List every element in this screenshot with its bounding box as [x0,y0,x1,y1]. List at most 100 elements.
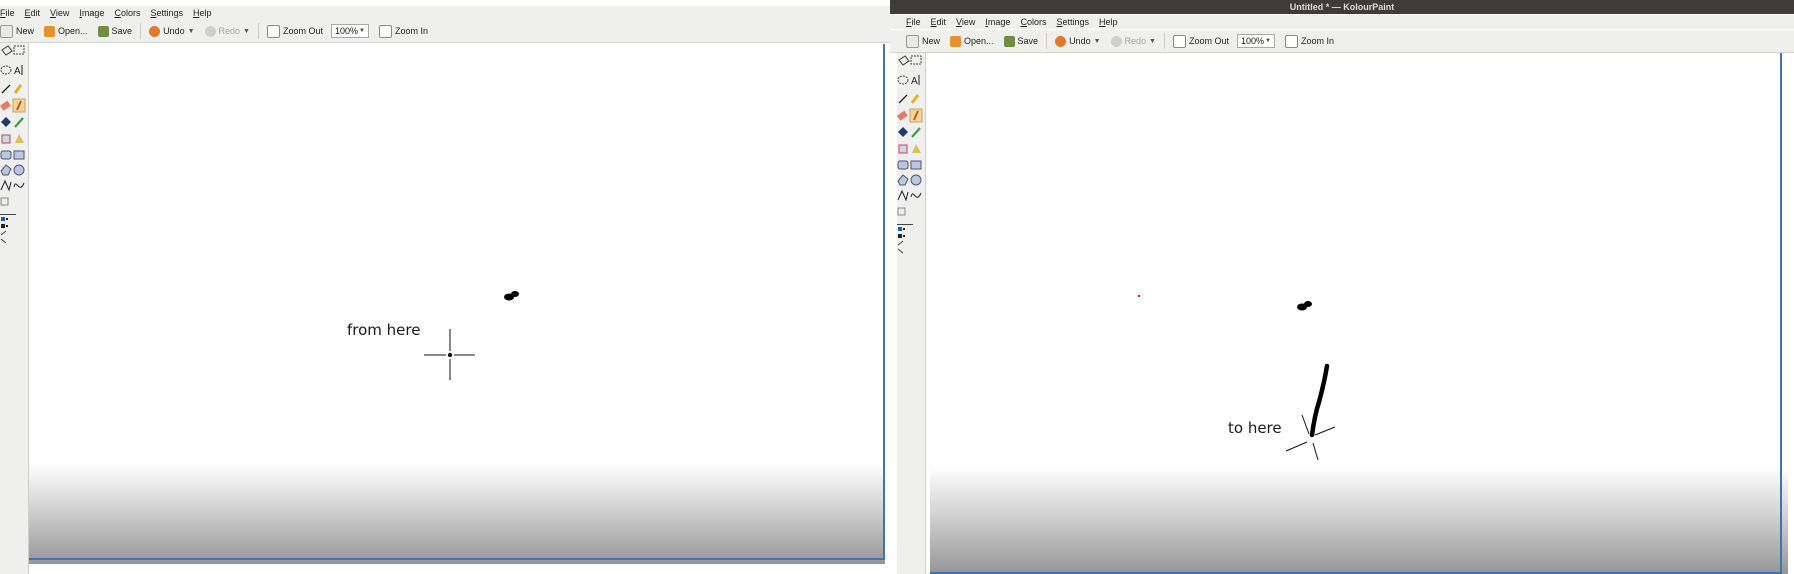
zoom-in-button[interactable]: Zoom In [1280,32,1339,50]
ellipse-select-icon[interactable] [897,75,909,85]
free-select-icon[interactable] [898,55,910,66]
zoom-in-button[interactable]: Zoom In [374,22,433,40]
undo-icon [1055,35,1067,47]
pencil-icon[interactable] [13,84,23,94]
line-icon[interactable] [898,94,908,104]
drawing-canvas[interactable]: from here [29,44,885,564]
drawing-canvas[interactable]: to here [930,53,1788,574]
menu-settings[interactable]: Settings [1051,17,1094,27]
menu-help[interactable]: Help [1094,17,1123,27]
line-icon[interactable] [1,84,11,94]
color-eraser-icon[interactable] [15,134,24,143]
color-picker-icon[interactable] [911,127,921,138]
eraser-icon[interactable] [897,110,908,121]
curve-icon[interactable] [13,182,25,188]
redo-button[interactable]: Redo ▼ [1106,32,1161,50]
redo-icon [1110,35,1122,47]
menu-view[interactable]: View [951,17,980,27]
chevron-down-icon[interactable]: ▼ [243,28,250,35]
menu-bar: File Edit View Image Colors Settings Hel… [890,15,1794,29]
canvas-frame [1780,53,1782,574]
menu-file[interactable]: File [0,8,20,18]
rectangle-icon[interactable] [897,160,909,170]
menu-edit[interactable]: Edit [20,8,46,18]
right-screenshot-pane: Untitled * — KolourPaint File Edit View … [890,0,1794,574]
left-screenshot-pane: File Edit View Image Colors Settings Hel… [0,0,890,574]
open-button[interactable]: Open... [945,32,999,50]
polyline-icon[interactable] [897,189,909,202]
zoom-select[interactable]: 100% ▼ [1236,34,1275,48]
spraycan-icon[interactable] [1,134,11,144]
canvas-frame [883,44,885,560]
menu-colors[interactable]: Colors [1015,17,1051,27]
canvas-drawing [1138,295,1336,461]
ellipse-icon[interactable] [13,164,25,176]
menu-view[interactable]: View [45,8,74,18]
chevron-down-icon[interactable]: ▼ [188,28,195,35]
brush-stroke [1309,363,1330,438]
tool-options-icon[interactable] [0,214,16,244]
zoom-select[interactable]: 100% ▼ [330,24,369,38]
polygon-icon[interactable] [897,174,909,186]
tool-box: A [897,53,926,574]
rectangle-select-icon[interactable] [13,45,25,55]
crosshair-cursor-icon [1285,414,1336,461]
redo-icon [204,25,216,37]
spraycan-icon[interactable] [898,144,908,154]
text-icon[interactable]: A [911,75,920,87]
ellipse-select-icon[interactable] [0,65,12,75]
curve-icon[interactable] [910,192,922,198]
rounded-rectangle-icon[interactable] [13,150,25,160]
polyline-icon[interactable] [0,179,12,192]
new-button[interactable]: New [901,32,945,50]
rectangle-icon[interactable] [0,150,12,160]
menu-bar: File Edit View Image Colors Settings Hel… [0,6,890,20]
rounded-rectangle-icon[interactable] [910,160,922,170]
text-icon[interactable]: A [14,65,23,77]
to-here-label: to here [1228,419,1282,437]
undo-button[interactable]: Undo ▼ [144,22,199,40]
window-title-bar: Untitled * — KolourPaint [890,0,1794,14]
chevron-down-icon: ▼ [359,28,365,34]
pencil-icon[interactable] [910,94,920,104]
save-button[interactable]: Save [93,22,138,40]
main-toolbar: New Open... Save Undo ▼ Redo ▼ Zoom Out … [0,20,890,43]
window-title: Untitled * — KolourPaint [1289,2,1395,12]
rectangle-select-icon[interactable] [910,55,922,65]
fill-icon[interactable] [898,127,908,137]
menu-image[interactable]: Image [980,17,1015,27]
toolbar-separator [1163,33,1165,49]
chevron-down-icon: ▼ [1265,38,1271,44]
undo-button[interactable]: Undo ▼ [1050,32,1105,50]
redo-button[interactable]: Redo ▼ [200,22,255,40]
chevron-down-icon[interactable]: ▼ [1094,38,1101,45]
brush-icon[interactable] [12,98,26,113]
zoom-tool-icon[interactable] [0,197,9,206]
canvas-drawing [424,291,519,380]
menu-file[interactable]: File [901,17,926,27]
eraser-icon[interactable] [0,100,11,111]
tool-options-icon[interactable] [897,224,913,254]
menu-colors[interactable]: Colors [109,8,145,18]
zoom-tool-icon[interactable] [897,207,906,216]
ellipse-icon[interactable] [910,174,922,186]
polygon-icon[interactable] [0,164,12,176]
open-button[interactable]: Open... [39,22,93,40]
menu-settings[interactable]: Settings [145,8,188,18]
zoom-out-button[interactable]: Zoom Out [1168,32,1234,50]
color-eraser-icon[interactable] [912,144,921,153]
chevron-down-icon[interactable]: ▼ [1149,38,1156,45]
menu-help[interactable]: Help [188,8,217,18]
new-icon [0,24,13,38]
ink-blob-mark [504,291,519,301]
new-button[interactable]: New [0,22,39,40]
menu-edit[interactable]: Edit [926,17,952,27]
free-select-icon[interactable] [1,45,13,56]
ink-blob-mark [1297,301,1312,311]
menu-image[interactable]: Image [74,8,109,18]
brush-icon[interactable] [909,108,923,123]
save-button[interactable]: Save [999,32,1044,50]
color-picker-icon[interactable] [14,117,24,128]
zoom-out-button[interactable]: Zoom Out [262,22,328,40]
fill-icon[interactable] [1,117,11,127]
